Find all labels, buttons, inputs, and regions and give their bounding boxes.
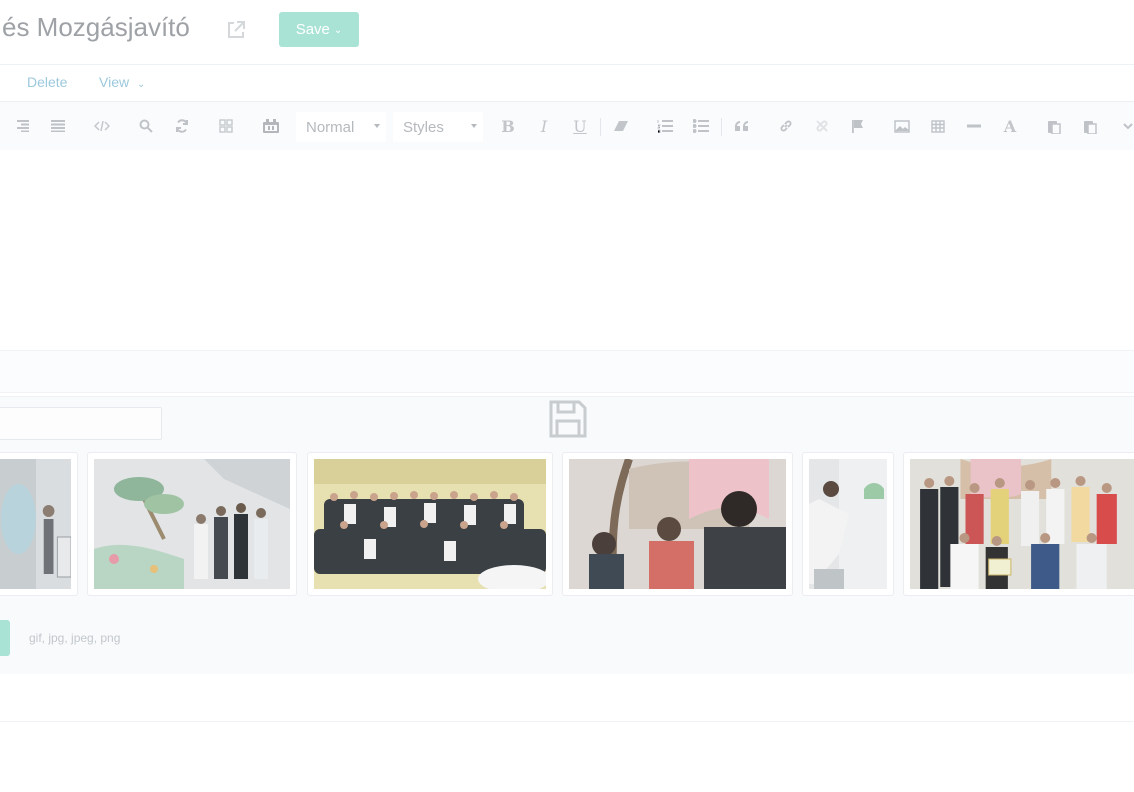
- source-code-icon[interactable]: [92, 102, 112, 150]
- form-row-divider: [0, 674, 1134, 722]
- upload-button[interactable]: [0, 620, 10, 656]
- horizontal-rule-icon[interactable]: [964, 102, 984, 150]
- styles-select[interactable]: Styles: [393, 112, 483, 142]
- toolbar-separator: [721, 118, 722, 136]
- external-link-icon[interactable]: [225, 19, 247, 41]
- gallery-thumbnail[interactable]: [0, 452, 78, 596]
- bold-button[interactable]: B: [498, 102, 518, 150]
- link-icon[interactable]: [776, 102, 796, 150]
- image-gallery-panel: gif, jpg, jpeg, png: [0, 396, 1134, 676]
- paste-text-icon[interactable]: [1080, 102, 1100, 150]
- delete-link-label: Delete: [27, 74, 68, 90]
- table-icon[interactable]: [928, 102, 948, 150]
- gallery-photo: [910, 459, 1134, 589]
- eraser-icon[interactable]: [611, 102, 631, 150]
- action-bar: Delete View ⌄: [0, 65, 1134, 101]
- page-title: és Mozgásjavító: [2, 12, 190, 42]
- underline-button[interactable]: U: [570, 102, 590, 150]
- save-button[interactable]: Save ⌄: [279, 12, 359, 47]
- gallery-photo: [94, 459, 290, 589]
- paste-icon[interactable]: [1044, 102, 1064, 150]
- format-select-value: Normal: [306, 118, 355, 136]
- editor-toolbar: Normal Styles B I U A: [0, 101, 1134, 151]
- blockquote-icon[interactable]: [732, 102, 752, 150]
- font-color-button[interactable]: A: [1000, 102, 1020, 150]
- chevron-down-icon: ⌄: [333, 24, 343, 36]
- numbered-list-icon[interactable]: [655, 102, 675, 150]
- save-button-label: Save: [295, 21, 330, 38]
- gallery-thumbnail[interactable]: [562, 452, 793, 596]
- gallery-thumbnail[interactable]: [802, 452, 894, 596]
- underline-label: U: [573, 116, 587, 136]
- delete-link[interactable]: Delete: [27, 74, 67, 90]
- anchor-flag-icon[interactable]: [848, 102, 868, 150]
- refresh-icon[interactable]: [172, 102, 192, 150]
- align-justify-icon[interactable]: [48, 102, 68, 150]
- italic-label: I: [540, 116, 548, 136]
- show-blocks-icon[interactable]: [216, 102, 236, 150]
- editor-footer-bar: [0, 350, 1134, 393]
- caret-down-icon: [471, 124, 477, 128]
- italic-button[interactable]: I: [534, 102, 554, 150]
- editor-content-area[interactable]: [0, 150, 1134, 350]
- styles-select-value: Styles: [403, 118, 444, 136]
- gallery-photo: [569, 459, 786, 589]
- view-dropdown[interactable]: View ⌄: [99, 74, 145, 90]
- media-embed-icon[interactable]: [260, 102, 282, 150]
- bold-label: B: [501, 116, 515, 136]
- allowed-file-types: gif, jpg, jpeg, png: [29, 631, 121, 645]
- gallery-photo: [809, 459, 887, 589]
- more-chevron-icon[interactable]: [1122, 102, 1134, 150]
- format-select[interactable]: Normal: [296, 112, 386, 142]
- gallery-thumbnail[interactable]: [87, 452, 297, 596]
- gallery-photo: [314, 459, 546, 589]
- align-right-icon[interactable]: [12, 102, 32, 150]
- page-header: és Mozgásjavító Save ⌄: [0, 0, 1134, 65]
- unlink-icon[interactable]: [812, 102, 832, 150]
- view-dropdown-label: View: [99, 74, 130, 90]
- font-color-label: A: [1003, 116, 1017, 136]
- gallery-thumbnail[interactable]: [903, 452, 1134, 596]
- image-icon[interactable]: [892, 102, 912, 150]
- gallery-text-input[interactable]: [0, 407, 162, 440]
- gallery-thumbnail[interactable]: [307, 452, 553, 596]
- chevron-down-icon: ⌄: [136, 79, 146, 90]
- caret-down-icon: [374, 124, 380, 128]
- gallery-photo: [0, 459, 71, 589]
- bulleted-list-icon[interactable]: [691, 102, 711, 150]
- save-disk-icon: [548, 399, 588, 439]
- toolbar-separator: [600, 118, 601, 136]
- search-icon[interactable]: [136, 102, 156, 150]
